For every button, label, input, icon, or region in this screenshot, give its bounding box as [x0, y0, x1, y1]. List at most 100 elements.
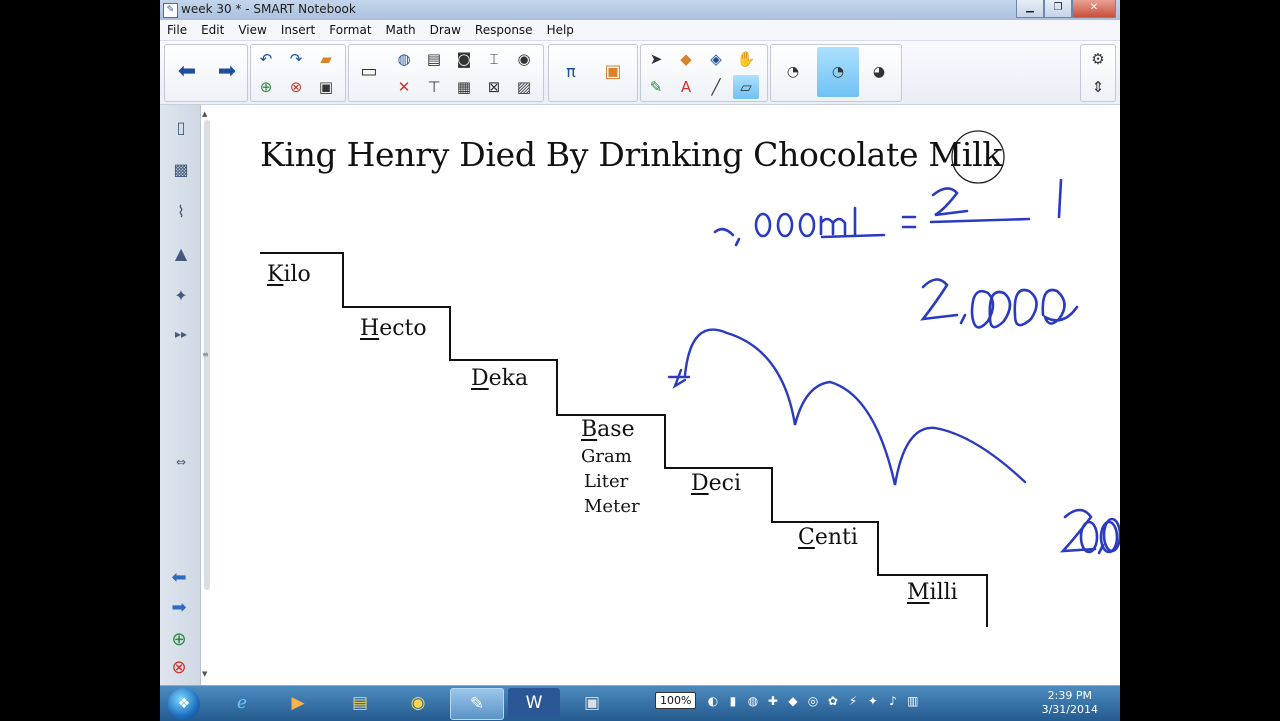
step-base[interactable]: Base — [581, 417, 635, 442]
gallery-tab-icon[interactable]: ▩ — [166, 153, 196, 187]
minimize-icon[interactable]: ▁ — [1016, 0, 1044, 18]
tray-icon[interactable]: ✚ — [765, 694, 780, 708]
step-rest: enti — [814, 525, 858, 550]
tray-icon[interactable]: ◆ — [785, 694, 800, 708]
smart-tools-icon[interactable]: ▣ — [566, 688, 618, 718]
paste-icon[interactable]: ▤ — [421, 47, 447, 71]
menu-file[interactable]: File — [160, 20, 194, 40]
delete-page-icon[interactable]: ⊗ — [283, 75, 309, 99]
magnifier-icon[interactable]: ◍ — [391, 47, 417, 71]
eraser-active-icon[interactable]: ▱ — [733, 75, 759, 99]
pi-math-icon[interactable]: π — [553, 47, 589, 97]
forward-arrow-icon[interactable]: ➡ — [209, 47, 245, 97]
save-icon[interactable]: ▣ — [313, 75, 339, 99]
step-centi[interactable]: Centi — [798, 525, 858, 550]
scroll-up-icon[interactable]: ▲ — [202, 110, 207, 118]
volume-icon[interactable]: ♪ — [885, 694, 900, 708]
add-page-icon[interactable]: ⊕ — [253, 75, 279, 99]
tray-icon[interactable]: ✦ — [865, 694, 880, 708]
page-title[interactable]: King Henry Died By Drinking Chocolate Mi… — [260, 135, 1002, 174]
gallery-icon[interactable]: ▣ — [595, 47, 631, 97]
menu-edit[interactable]: Edit — [194, 20, 231, 40]
creative-pen-icon[interactable]: ✋ — [733, 47, 759, 71]
open-folder-icon[interactable]: ▰ — [313, 47, 339, 71]
delete-page-button-icon[interactable]: ⊗ — [166, 655, 192, 681]
clock[interactable]: 2:39 PM 3/31/2014 — [1042, 689, 1098, 717]
properties-icon[interactable]: ▲ — [166, 237, 196, 271]
gear-icon[interactable]: ⚙ — [1085, 47, 1111, 71]
select-arrow-icon[interactable]: ➤ — [643, 47, 669, 71]
handwritten-amount-top — [920, 278, 1079, 329]
tray-icon[interactable]: ✿ — [825, 694, 840, 708]
chrome-icon[interactable]: ◉ — [392, 688, 444, 718]
menu-help[interactable]: Help — [540, 20, 581, 40]
addons-icon[interactable]: ✦ — [166, 279, 196, 313]
menu-view[interactable]: View — [231, 20, 273, 40]
step-rest: ilo — [283, 262, 311, 287]
file-explorer-icon[interactable]: ▤ — [334, 688, 386, 718]
shape-pen-alt-icon[interactable]: ◕ — [861, 47, 897, 97]
page-sorter-icon[interactable]: ▯ — [166, 111, 196, 145]
clear-icon[interactable]: ✕ — [391, 75, 417, 99]
internet-explorer-icon[interactable]: ℯ — [216, 688, 268, 718]
tray-icon[interactable]: ◍ — [745, 694, 760, 708]
word-icon[interactable]: W — [508, 688, 560, 718]
document-camera-icon[interactable]: ▨ — [511, 75, 537, 99]
undo-icon[interactable]: ↶ — [253, 47, 279, 71]
back-arrow-icon[interactable]: ⬅ — [169, 47, 205, 97]
scroll-down-icon[interactable]: ▼ — [202, 670, 207, 678]
menu-format[interactable]: Format — [322, 20, 378, 40]
show-hide-icon[interactable]: ⊤ — [421, 75, 447, 99]
base-unit-gram[interactable]: Gram — [581, 446, 632, 467]
start-button[interactable]: ❖ — [168, 688, 200, 720]
redo-icon[interactable]: ↷ — [283, 47, 309, 71]
step-deci[interactable]: Deci — [691, 471, 741, 496]
scroll-grip-icon[interactable]: ≡ — [202, 350, 209, 359]
previous-page-icon[interactable]: ⬅ — [166, 565, 192, 591]
toolbar-draw-group: ➤ ◆ ◈ ✋ ✎ A ╱ ▱ — [640, 44, 768, 102]
screen-shade-icon[interactable]: ▭ — [351, 47, 387, 97]
menu-math[interactable]: Math — [379, 20, 423, 40]
restore-icon[interactable]: ❐ — [1044, 0, 1072, 18]
side-swap-icon[interactable]: ⇔ — [166, 445, 196, 479]
tray-icon[interactable]: ⚡ — [845, 694, 860, 708]
base-unit-meter[interactable]: Meter — [584, 496, 640, 517]
next-page-icon[interactable]: ➡ — [166, 595, 192, 621]
base-unit-liter[interactable]: Liter — [584, 471, 628, 492]
vertical-scrollbar[interactable]: ▲ ≡ ▼ — [202, 110, 212, 680]
battery-indicator[interactable]: 100% — [655, 692, 697, 709]
tray-icon[interactable]: ◐ — [705, 694, 720, 708]
attachments-icon[interactable]: ⌇ — [166, 195, 196, 229]
add-page-button-icon[interactable]: ⊕ — [166, 627, 192, 653]
text-icon[interactable]: A — [673, 75, 699, 99]
eraser-icon[interactable]: ◈ — [703, 47, 729, 71]
line-icon[interactable]: ╱ — [703, 75, 729, 99]
network-icon[interactable]: ▥ — [905, 694, 920, 708]
step-kilo[interactable]: Kilo — [267, 262, 311, 287]
close-icon[interactable]: ✕ — [1072, 0, 1116, 18]
toolbar-nav-group: ⬅ ➡ — [164, 44, 248, 102]
shape-pen-icon[interactable]: ◔ — [775, 47, 811, 97]
media-player-icon[interactable]: ▶ — [272, 688, 324, 718]
delete-icon[interactable]: ⊠ — [481, 75, 507, 99]
menu-draw[interactable]: Draw — [423, 20, 468, 40]
toolbar: ⬅ ➡ ↶ ↷ ▰ ⊕ ⊗ ▣ ▭ ◍ ▤ ◙ ⌶ ◉ ✕ ⊤ ▦ ⊠ ▨ π … — [160, 41, 1120, 105]
text-cursor-icon[interactable]: ⌶ — [481, 47, 507, 71]
fill-icon[interactable]: ◆ — [673, 47, 699, 71]
smart-notebook-taskbar-icon[interactable]: ✎ — [450, 688, 504, 720]
record-icon[interactable]: ◉ — [511, 47, 537, 71]
tray-icon[interactable]: ▮ — [725, 694, 740, 708]
step-hecto[interactable]: Hecto — [360, 316, 427, 341]
menu-response[interactable]: Response — [468, 20, 540, 40]
shape-pen-active-icon[interactable]: ◔ — [817, 47, 859, 97]
tray-icon[interactable]: ◎ — [805, 694, 820, 708]
menu-insert[interactable]: Insert — [274, 20, 322, 40]
move-toolbar-icon[interactable]: ⇕ — [1085, 75, 1111, 99]
pen-icon[interactable]: ✎ — [643, 75, 669, 99]
auto-hide-icon[interactable]: ▸▸ — [166, 317, 196, 351]
step-milli[interactable]: Milli — [907, 580, 958, 605]
notebook-page[interactable]: King Henry Died By Drinking Chocolate Mi… — [215, 105, 1120, 685]
screen-capture-icon[interactable]: ◙ — [451, 47, 477, 71]
table-icon[interactable]: ▦ — [451, 75, 477, 99]
step-deka[interactable]: Deka — [471, 366, 528, 391]
